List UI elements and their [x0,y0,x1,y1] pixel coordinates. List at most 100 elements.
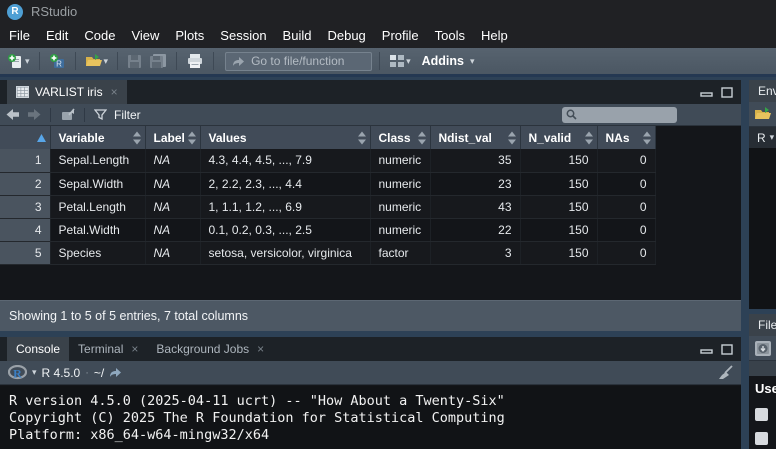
viewer-search-input[interactable] [581,109,673,121]
console-line: R version 4.5.0 (2025-04-11 ucrt) -- "Ho… [9,393,741,410]
viewer-tabstrip: VARLIST iris × [0,80,741,104]
panes-caret-icon: ▾ [406,57,411,66]
file-row[interactable] [755,426,776,449]
variables-table: Variable Label Values Class Ndist_val N_… [0,126,656,265]
menu-build[interactable]: Build [275,24,320,47]
column-header-nas[interactable]: NAs [597,126,655,149]
column-header-n-valid[interactable]: N_valid [520,126,597,149]
r-version-label[interactable]: R 4.5.0 [42,366,81,380]
minimize-icon[interactable] [700,87,713,97]
table-row[interactable]: 1 Sepal.Length NA 4.3, 4.4, 4.5, ..., 7.… [0,149,655,172]
toolbar-separator [50,108,51,122]
table-header-row: Variable Label Values Class Ndist_val N_… [0,126,655,149]
column-header-variable[interactable]: Variable [50,126,145,149]
sort-both-icon [133,131,141,144]
sort-both-icon [358,131,366,144]
save-button[interactable] [125,52,144,71]
file-checkbox[interactable] [755,408,768,421]
new-project-icon: R [49,53,66,70]
toolbar-separator [75,52,76,70]
tab-terminal[interactable]: Terminal × [69,337,147,361]
new-project-button[interactable]: R [47,51,68,72]
back-icon[interactable] [6,109,20,120]
table-status-bar: Showing 1 to 5 of 5 entries, 7 total col… [0,300,741,331]
file-row[interactable] [755,402,776,426]
new-file-caret-icon: ▾ [25,57,30,66]
tab-environment[interactable]: Envi [749,80,776,102]
console-header: R ▾ R 4.5.0 · ~/ [0,361,741,385]
sort-both-icon [418,131,426,144]
environment-language-selector[interactable]: R ▾ [749,127,776,148]
tab-background-jobs[interactable]: Background Jobs × [147,337,273,361]
close-icon[interactable]: × [257,342,264,356]
close-icon[interactable]: × [111,85,118,99]
file-checkbox[interactable] [755,432,768,445]
search-icon [566,109,577,120]
column-header-values[interactable]: Values [200,126,370,149]
working-directory-label[interactable]: ~/ [94,366,104,380]
viewer-toolbar: Filter [0,104,741,126]
open-file-caret-icon: ▾ [104,57,109,66]
new-file-button[interactable]: ▾ [5,51,32,72]
menu-profile[interactable]: Profile [374,24,427,47]
tab-console[interactable]: Console [7,337,69,361]
minimize-icon[interactable] [700,344,713,354]
viewer-window-controls [700,80,733,104]
load-workspace-folder-icon[interactable] [754,106,773,122]
main-toolbar: ▾ R ▾ ▾ [0,48,776,77]
new-blank-file-icon[interactable] [754,340,772,357]
goto-file-function-box[interactable] [225,52,372,71]
files-list: User [749,376,776,449]
column-header-label[interactable]: Label [145,126,200,149]
menu-edit[interactable]: Edit [38,24,76,47]
tab-varlist-iris[interactable]: VARLIST iris × [7,80,127,104]
table-row[interactable]: 2 Sepal.Width NA 2, 2.2, 2.3, ..., 4.4 n… [0,172,655,195]
open-folder-icon [85,53,103,69]
column-header-rownum[interactable] [0,126,50,149]
menu-bar: File Edit Code View Plots Session Build … [0,23,776,48]
r-version-caret-icon[interactable]: ▾ [32,368,37,377]
filter-icon[interactable] [94,109,107,120]
table-row[interactable]: 5 Species NA setosa, versicolor, virgini… [0,241,655,264]
table-row[interactable]: 4 Petal.Width NA 0.1, 0.2, 0.3, ..., 2.5… [0,218,655,241]
menu-session[interactable]: Session [212,24,274,47]
save-all-button[interactable] [147,51,169,71]
addins-button[interactable]: Addins [422,54,464,68]
open-file-button[interactable]: ▾ [83,51,111,71]
column-header-class[interactable]: Class [370,126,430,149]
menu-view[interactable]: View [123,24,167,47]
menu-file[interactable]: File [1,24,38,47]
menu-help[interactable]: Help [473,24,516,47]
filter-button[interactable]: Filter [114,108,141,122]
menu-plots[interactable]: Plots [167,24,212,47]
table-status-text: Showing 1 to 5 of 5 entries, 7 total col… [9,309,248,323]
clear-console-icon[interactable] [716,365,733,380]
maximize-icon[interactable] [721,87,733,98]
environment-toolbar [749,102,776,127]
close-icon[interactable]: × [131,342,138,356]
panes-layout-button[interactable]: ▾ [387,52,413,70]
new-file-icon [7,53,24,70]
console-line: Platform: x86_64-w64-mingw32/x64 [9,427,741,444]
environment-content [749,148,776,309]
tab-files[interactable]: Files [749,314,776,336]
sort-both-icon [508,131,516,144]
menu-code[interactable]: Code [76,24,123,47]
menu-tools[interactable]: Tools [427,24,473,47]
goto-directory-icon[interactable] [109,367,122,378]
goto-file-function-input[interactable] [251,54,365,68]
sort-both-icon [585,131,593,144]
svg-text:R: R [13,367,22,381]
forward-icon[interactable] [27,109,41,120]
menu-debug[interactable]: Debug [319,24,373,47]
table-row[interactable]: 3 Petal.Length NA 1, 1.1, 1.2, ..., 6.9 … [0,195,655,218]
print-button[interactable] [184,51,206,71]
maximize-icon[interactable] [721,344,733,355]
toolbar-separator [176,52,177,70]
files-path-header[interactable]: User [755,381,776,396]
popout-window-icon[interactable] [60,108,75,121]
chevron-down-icon: ▾ [770,133,775,142]
console-window-controls [700,337,733,361]
column-header-ndist-val[interactable]: Ndist_val [430,126,520,149]
viewer-search-box[interactable] [562,107,677,123]
